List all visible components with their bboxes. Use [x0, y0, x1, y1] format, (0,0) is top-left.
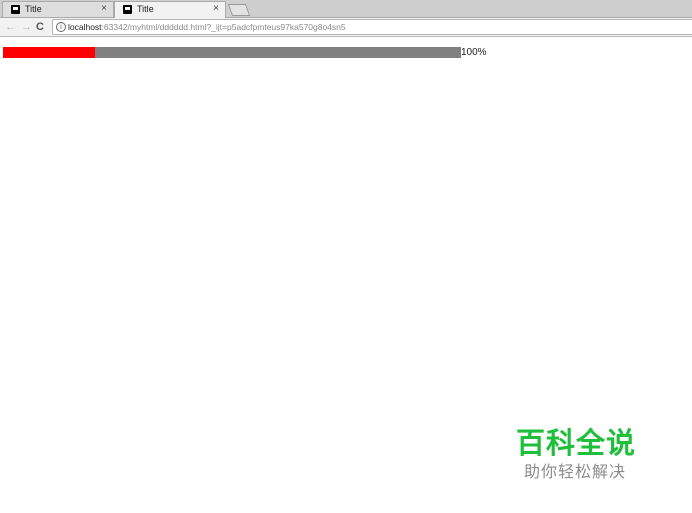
- browser-tab-2[interactable]: Title ×: [114, 1, 226, 18]
- page-icon: [123, 5, 132, 14]
- tab-title: Title: [25, 4, 42, 14]
- forward-arrow-icon[interactable]: →: [21, 19, 32, 35]
- watermark-title: 百科全说: [516, 426, 637, 460]
- progress-label: 100%: [461, 47, 487, 58]
- tab-strip: Title × Title ×: [0, 0, 692, 18]
- close-icon[interactable]: ×: [101, 3, 107, 15]
- tab-title: Title: [137, 4, 154, 14]
- url-host: localhost: [68, 22, 102, 32]
- browser-toolbar: ← → C i localhost:63342/myhtml/dddddd.ht…: [0, 18, 692, 37]
- progress-fill: [3, 47, 95, 58]
- page-icon: [11, 5, 20, 14]
- browser-tab-1[interactable]: Title ×: [2, 1, 114, 17]
- watermark-subtitle: 助你轻松解决: [524, 462, 627, 481]
- info-icon[interactable]: i: [56, 22, 66, 32]
- progress-bar: [3, 47, 461, 58]
- reload-icon[interactable]: C: [36, 19, 44, 35]
- url-path: :63342/myhtml/dddddd.html?_ijt=p5adcfpmt…: [101, 22, 346, 32]
- back-arrow-icon[interactable]: ←: [5, 19, 16, 35]
- close-icon[interactable]: ×: [213, 3, 219, 15]
- url-text[interactable]: localhost:63342/myhtml/dddddd.html?_ijt=…: [68, 21, 346, 33]
- new-tab-button[interactable]: [227, 4, 251, 16]
- address-bar[interactable]: i localhost:63342/myhtml/dddddd.html?_ij…: [52, 19, 692, 35]
- watermark: 百科全说 助你轻松解决: [508, 420, 670, 486]
